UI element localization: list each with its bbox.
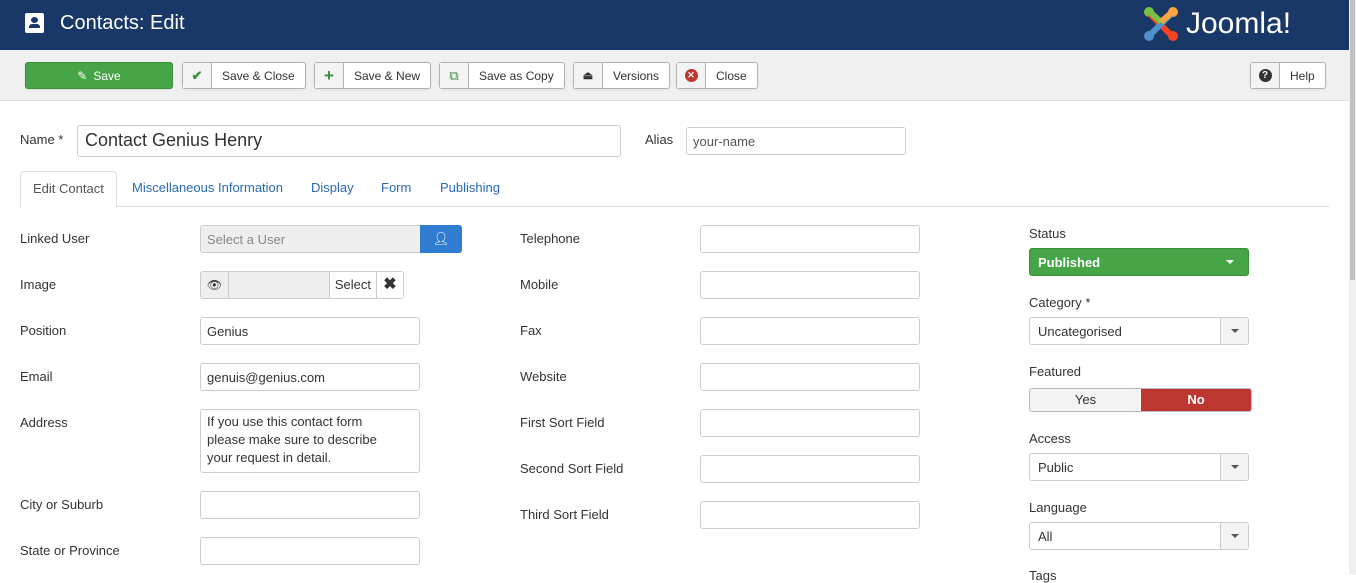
save-button[interactable]: ✎ Save (25, 62, 173, 89)
plus-icon: + (315, 63, 344, 88)
mobile-label: Mobile (520, 277, 559, 292)
clear-icon[interactable]: ✖ (376, 272, 403, 298)
position-input[interactable]: Genius (200, 317, 420, 345)
help-button[interactable]: ? Help (1250, 62, 1326, 89)
fax-label: Fax (520, 323, 542, 338)
telephone-label: Telephone (520, 231, 580, 246)
scrollbar-thumb[interactable] (1350, 0, 1355, 280)
featured-yes[interactable]: Yes (1030, 389, 1141, 411)
tab-display[interactable]: Display (299, 171, 366, 207)
city-input[interactable] (200, 491, 420, 519)
tab-bar: Edit Contact Miscellaneous Information D… (20, 171, 1329, 207)
contact-icon (25, 13, 44, 33)
copy-icon: ⧉ (440, 63, 469, 88)
linked-user-input[interactable]: Select a User (200, 225, 421, 253)
state-input[interactable] (200, 537, 420, 565)
edit-icon: ✎ (77, 68, 88, 83)
category-select[interactable]: Uncategorised (1029, 317, 1249, 345)
toolbar: ✎ Save ✔ Save & Close + Save & New ⧉ Save as… (0, 50, 1349, 101)
language-select[interactable]: All (1029, 522, 1249, 550)
featured-label: Featured (1029, 364, 1082, 379)
save-new-button[interactable]: + Save & New (314, 62, 432, 89)
mobile-input[interactable] (700, 271, 920, 299)
second-sort-input[interactable] (700, 455, 920, 483)
position-label: Position (20, 323, 67, 338)
caret-down-icon (1226, 260, 1234, 268)
tab-publishing[interactable]: Publishing (428, 171, 512, 207)
user-icon: 👤︎ (432, 231, 450, 246)
tab-edit-contact[interactable]: Edit Contact (20, 171, 117, 207)
alias-input[interactable]: your-name (686, 127, 906, 155)
header: Contacts: Edit Joomla! (0, 0, 1349, 50)
email-label: Email (20, 369, 53, 384)
question-icon: ? (1251, 63, 1280, 88)
third-sort-label: Third Sort Field (520, 507, 609, 522)
category-label: Category * (1029, 295, 1091, 310)
first-sort-input[interactable] (700, 409, 920, 437)
featured-no[interactable]: No (1141, 389, 1251, 411)
name-label: Name * (20, 132, 64, 147)
caret-down-icon (1220, 318, 1248, 344)
linked-user-label: Linked User (20, 231, 90, 246)
address-label: Address (20, 415, 68, 430)
save-close-button[interactable]: ✔ Save & Close (182, 62, 306, 89)
page-title: Contacts: Edit (60, 12, 185, 34)
status-label: Status (1029, 226, 1066, 241)
telephone-input[interactable] (700, 225, 920, 253)
address-textarea[interactable]: If you use this contact form please make… (200, 409, 420, 473)
versions-button[interactable]: ⏏ Versions (573, 62, 671, 89)
joomla-logo: Joomla! (1142, 5, 1291, 43)
website-label: Website (520, 369, 567, 384)
tags-label: Tags (1029, 568, 1057, 583)
name-input[interactable]: Contact Genius Henry (77, 125, 621, 157)
caret-down-icon (1220, 454, 1248, 480)
tab-form[interactable]: Form (369, 171, 423, 207)
status-select[interactable]: Published (1029, 248, 1249, 276)
tab-misc-info[interactable]: Miscellaneous Information (120, 171, 295, 207)
access-select[interactable]: Public (1029, 453, 1249, 481)
scrollbar[interactable] (1349, 0, 1356, 575)
close-button[interactable]: ✕ Close (676, 62, 758, 89)
website-input[interactable] (700, 363, 920, 391)
language-label: Language (1029, 500, 1087, 515)
eye-icon[interactable]: 👁︎ (201, 272, 229, 298)
image-field: 👁︎ Select ✖ (200, 271, 404, 299)
access-label: Access (1029, 431, 1071, 446)
first-sort-label: First Sort Field (520, 415, 605, 430)
save-copy-button[interactable]: ⧉ Save as Copy (439, 62, 565, 89)
image-label: Image (20, 277, 57, 292)
fax-input[interactable] (700, 317, 920, 345)
check-icon: ✔ (183, 63, 212, 88)
featured-toggle: Yes No (1029, 388, 1252, 412)
cancel-icon: ✕ (677, 63, 706, 88)
alias-label: Alias (645, 132, 674, 147)
archive-icon: ⏏ (574, 63, 603, 88)
joomla-logo-icon (1144, 7, 1178, 41)
image-select-button[interactable]: Select (328, 272, 376, 298)
second-sort-label: Second Sort Field (520, 461, 624, 476)
third-sort-input[interactable] (700, 501, 920, 529)
state-label: State or Province (20, 543, 120, 558)
email-input[interactable]: genuis@genius.com (200, 363, 420, 391)
caret-down-icon (1220, 523, 1248, 549)
select-user-button[interactable]: 👤︎ (420, 225, 462, 253)
city-label: City or Suburb (20, 497, 104, 512)
